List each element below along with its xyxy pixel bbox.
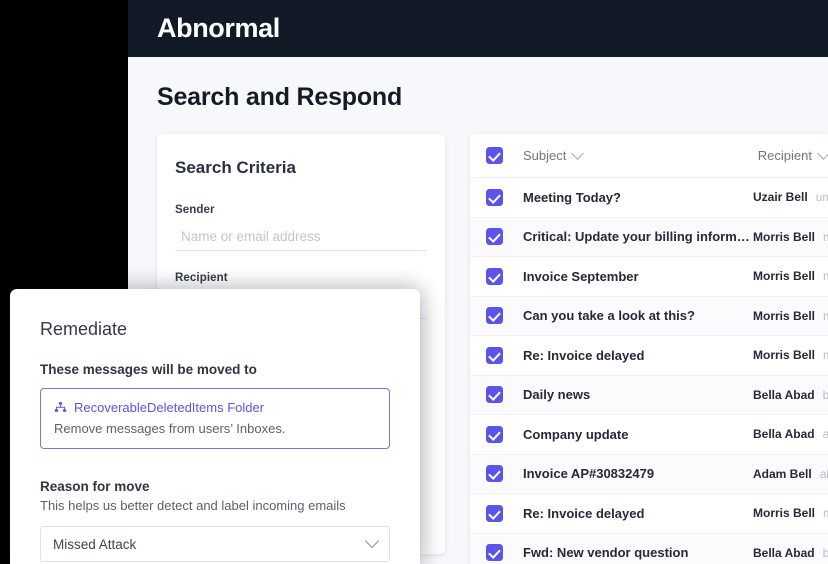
row-recipient-email: babad: [822, 387, 828, 402]
sender-input[interactable]: Name or email address: [175, 223, 427, 251]
table-row[interactable]: Company update Bella Abad abell@: [470, 415, 828, 455]
row-recipient-name: Bella Abad: [753, 427, 815, 442]
row-checkbox[interactable]: [486, 504, 503, 522]
remediate-card: Remediate These messages will be moved t…: [10, 289, 420, 564]
row-recipient-email: babad: [822, 545, 828, 560]
page-title: Search and Respond: [157, 83, 403, 111]
row-recipient: Morris Bell mbell@: [753, 506, 828, 520]
search-criteria-title: Search Criteria: [175, 158, 296, 177]
table-row[interactable]: Fwd: New vendor question Bella Abad babad: [470, 533, 828, 564]
table-row[interactable]: Re: Invoice delayed Morris Bell mbell@: [470, 494, 828, 534]
row-subject: Daily news: [523, 387, 591, 403]
row-recipient-email: mbell: [823, 230, 828, 244]
column-header-recipient-label: Recipient: [757, 148, 812, 163]
row-recipient: Bella Abad babad: [753, 388, 828, 402]
folder-line: RecoverableDeletedItems Folder: [54, 400, 376, 415]
row-recipient-name: Morris Bell: [753, 229, 816, 244]
chevron-down-icon: [571, 148, 585, 160]
row-checkbox[interactable]: [486, 228, 503, 246]
column-header-subject[interactable]: Subject: [523, 148, 753, 163]
row-subject: Meeting Today?: [523, 189, 621, 205]
row-recipient-name: Morris Bell: [753, 348, 816, 363]
row-recipient: Uzair Bell umar@: [753, 190, 828, 204]
reason-for-move-label: Reason for move: [40, 479, 150, 494]
row-subject: Invoice September: [523, 268, 639, 284]
app-topbar: Abnormal: [128, 0, 828, 57]
row-recipient: Morris Bell mbell: [753, 230, 828, 244]
row-recipient-email: abell@: [819, 466, 828, 481]
row-recipient-name: Morris Bell: [753, 308, 816, 323]
column-header-recipient[interactable]: Recipient: [757, 147, 828, 163]
chevron-down-icon: [364, 533, 380, 549]
row-recipient: Bella Abad abell@: [753, 427, 828, 441]
row-subject: Fwd: New vendor question: [523, 545, 689, 561]
hierarchy-icon: [54, 401, 67, 414]
table-rows: Meeting Today? Uzair Bell umar@ Critical: U…: [470, 178, 828, 564]
table-row[interactable]: Meeting Today? Uzair Bell umar@: [470, 178, 828, 218]
row-subject: Invoice AP#30832479: [523, 466, 655, 482]
folder-name: RecoverableDeletedItems Folder: [74, 400, 265, 415]
chevron-down-icon: [817, 147, 828, 160]
row-subject: Re: Invoice delayed: [523, 347, 645, 363]
folder-description: Remove messages from users’ Inboxes.: [54, 421, 286, 436]
row-recipient-email: umar@: [815, 190, 828, 205]
screenshot-stage: Abnormal Search and Respond Search Crite…: [0, 0, 828, 564]
row-recipient-name: Morris Bell: [753, 269, 816, 284]
reason-for-move-help: This helps us better detect and label in…: [40, 498, 346, 513]
row-recipient: Adam Bell abell@: [753, 467, 828, 481]
row-recipient-name: Morris Bell: [753, 506, 816, 521]
table-header-row: Subject Recipient: [470, 134, 828, 178]
table-row[interactable]: Critical: Update your billing informatio…: [470, 217, 828, 257]
table-row[interactable]: Daily news Bella Abad babad: [470, 375, 828, 415]
select-all-checkbox[interactable]: [486, 147, 503, 164]
row-checkbox[interactable]: [486, 425, 503, 443]
row-recipient-name: Adam Bell: [753, 466, 812, 481]
reason-for-move-select[interactable]: Missed Attack: [40, 526, 390, 562]
row-recipient: Bella Abad babad: [753, 546, 828, 560]
row-recipient-name: Bella Abad: [753, 387, 815, 402]
row-subject: Company update: [523, 426, 629, 442]
reason-for-move-value: Missed Attack: [53, 536, 137, 552]
row-subject: Critical: Update your billing informatio…: [523, 229, 753, 245]
column-header-subject-label: Subject: [523, 148, 567, 163]
row-recipient-email: mbell: [823, 348, 828, 362]
moved-to-label: These messages will be moved to: [40, 362, 257, 377]
remediate-title: Remediate: [40, 319, 128, 339]
row-checkbox[interactable]: [486, 544, 503, 562]
row-recipient-name: Bella Abad: [753, 545, 815, 560]
row-subject: Re: Invoice delayed: [523, 505, 645, 521]
row-recipient-email: abell@: [822, 427, 828, 442]
row-checkbox[interactable]: [486, 346, 503, 364]
row-checkbox[interactable]: [486, 465, 503, 483]
message-table: Subject Recipient Meeting Today? Uzair Be…: [470, 134, 828, 564]
table-row[interactable]: Invoice AP#30832479 Adam Bell abell@: [470, 454, 828, 494]
table-row[interactable]: Re: Invoice delayed Morris Bell mbell: [470, 336, 828, 376]
row-recipient-email: mbell: [823, 269, 828, 283]
row-recipient: Morris Bell mbell: [753, 269, 828, 283]
row-checkbox[interactable]: [486, 188, 503, 206]
row-recipient-name: Uzair Bell: [753, 190, 808, 205]
row-recipient-email: mbell@: [823, 506, 828, 520]
row-recipient: Morris Bell mbell: [753, 348, 828, 362]
sender-label: Sender: [175, 204, 215, 216]
table-row[interactable]: Invoice September Morris Bell mbell: [470, 257, 828, 297]
sender-field-group: Sender Name or email address: [175, 204, 427, 251]
brand-logo: Abnormal: [157, 13, 280, 43]
row-subject: Can you take a look at this?: [523, 308, 695, 324]
row-checkbox[interactable]: [486, 267, 503, 285]
row-checkbox[interactable]: [486, 386, 503, 404]
row-checkbox[interactable]: [486, 307, 503, 325]
destination-folder-option[interactable]: RecoverableDeletedItems Folder Remove me…: [40, 388, 390, 449]
row-recipient: Morris Bell mbell: [753, 309, 828, 323]
recipient-label: Recipient: [175, 272, 228, 284]
table-row[interactable]: Can you take a look at this? Morris Bell m…: [470, 296, 828, 336]
row-recipient-email: mbell: [823, 309, 828, 323]
